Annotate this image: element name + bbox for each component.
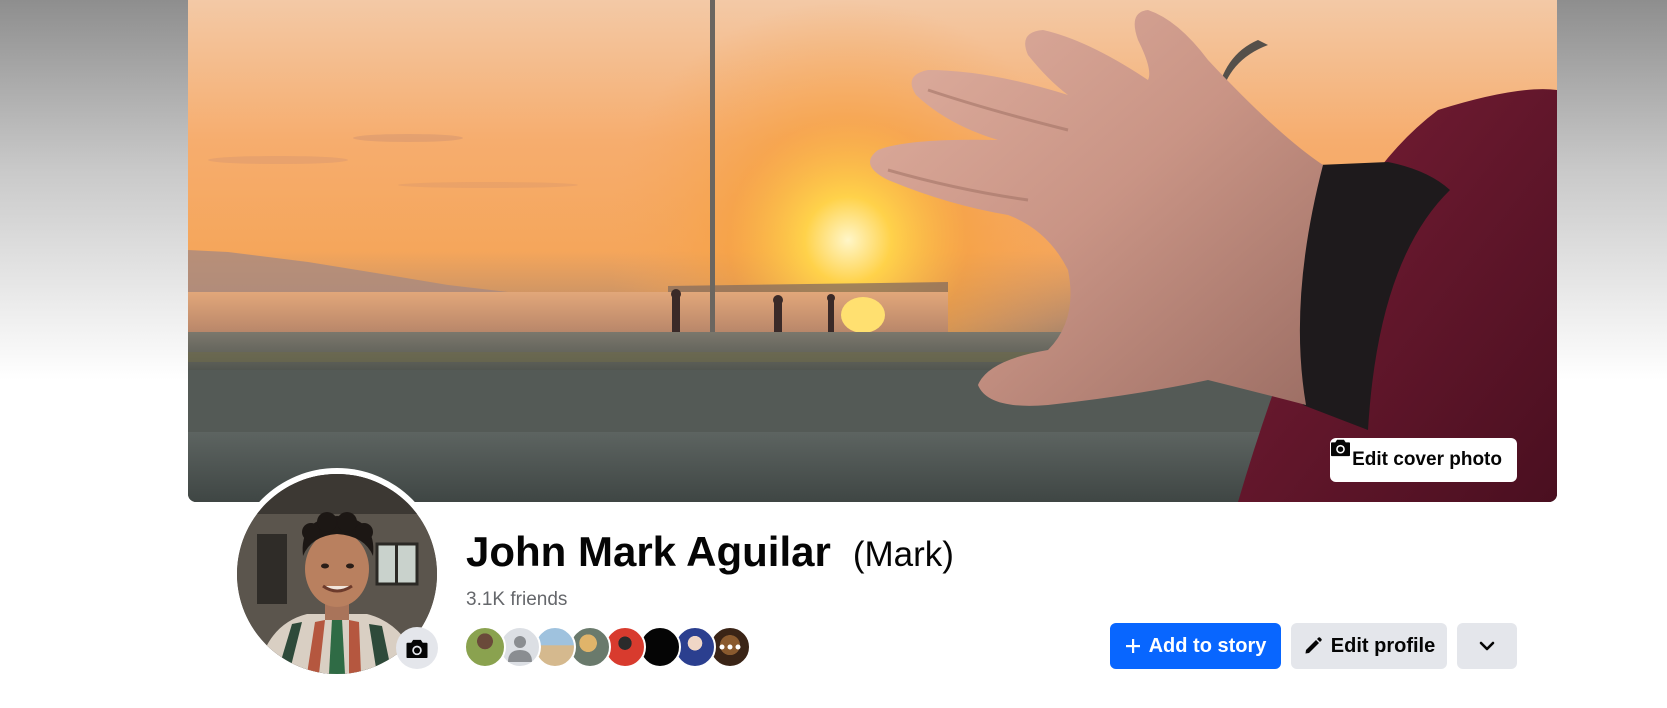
friend-avatar[interactable] [464, 626, 506, 668]
more-dots-icon [719, 644, 741, 650]
camera-icon [405, 638, 429, 659]
add-to-story-button[interactable]: Add to story [1110, 623, 1281, 669]
add-to-story-label: Add to story [1148, 634, 1267, 657]
friend-avatars [464, 626, 784, 670]
profile-alternate-name: (Mark) [852, 535, 954, 574]
pencil-icon [1303, 636, 1323, 656]
default-user-icon [508, 636, 532, 662]
profile-picture-frame [231, 468, 443, 680]
edit-cover-photo-button[interactable]: Edit cover photo [1330, 438, 1517, 482]
update-profile-picture-button[interactable] [396, 627, 438, 669]
friends-count-link[interactable]: 3.1K friends [466, 589, 567, 611]
edit-cover-photo-label: Edit cover photo [1352, 449, 1502, 470]
edit-profile-label: Edit profile [1330, 634, 1436, 657]
more-options-button[interactable] [1457, 623, 1517, 669]
chevron-down-icon [1479, 641, 1495, 651]
cover-photo-image [188, 0, 1557, 502]
plus-icon [1125, 638, 1141, 654]
profile-name: John Mark Aguilar [466, 528, 831, 575]
profile-name-row: John Mark Aguilar (Mark) [466, 528, 954, 576]
cover-photo[interactable]: Edit cover photo [188, 0, 1557, 502]
edit-profile-button[interactable]: Edit profile [1291, 623, 1447, 669]
